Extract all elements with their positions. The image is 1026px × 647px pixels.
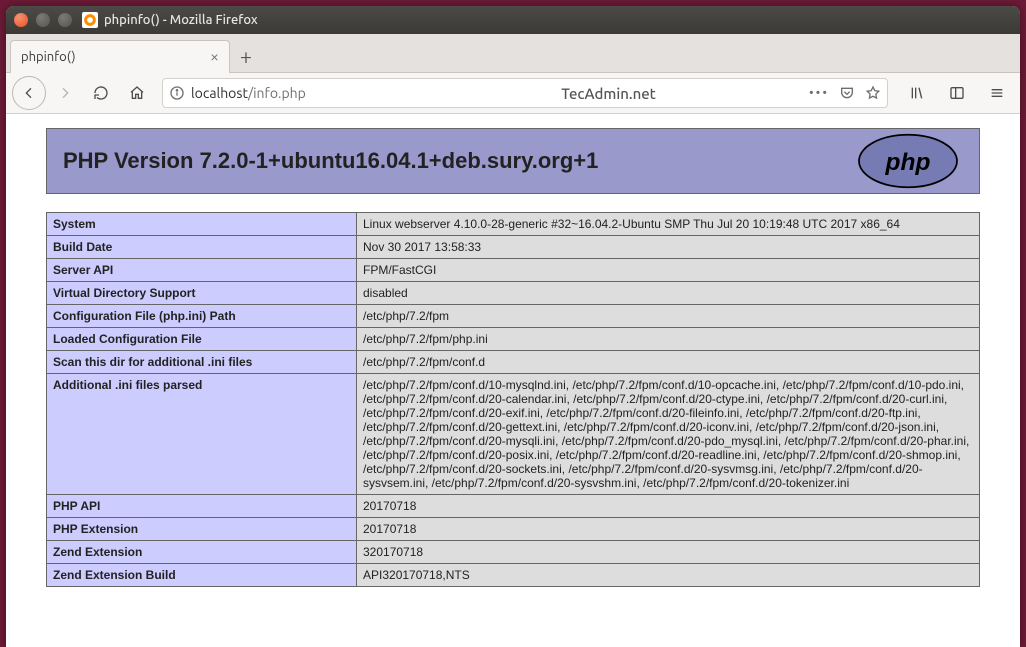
info-key: PHP Extension [47,518,357,541]
info-value: 320170718 [357,541,980,564]
table-row: Loaded Configuration File/etc/php/7.2/fp… [47,328,980,351]
table-row: PHP Extension20170718 [47,518,980,541]
home-button[interactable] [120,78,154,108]
table-row: Additional .ini files parsed/etc/php/7.2… [47,374,980,495]
maximize-icon[interactable] [58,13,72,27]
info-value: /etc/php/7.2/fpm/conf.d/10-mysqlnd.ini, … [357,374,980,495]
firefox-favicon-icon [82,12,98,28]
info-icon[interactable] [169,85,185,101]
window-title: phpinfo() - Mozilla Firefox [104,13,258,27]
php-version-heading: PHP Version 7.2.0-1+ubuntu16.04.1+deb.su… [63,150,841,172]
bookmark-star-icon[interactable] [865,85,881,101]
back-button[interactable] [12,76,46,110]
table-row: Zend Extension BuildAPI320170718,NTS [47,564,980,587]
firefox-window: phpinfo() - Mozilla Firefox phpinfo() × … [6,6,1020,647]
tab-title: phpinfo() [21,50,76,64]
php-logo-icon: php [853,133,963,189]
svg-text:php: php [885,149,931,176]
info-key: Server API [47,259,357,282]
reload-button[interactable] [84,78,118,108]
info-key: Zend Extension [47,541,357,564]
info-value: 20170718 [357,518,980,541]
url-host: localhost [191,85,248,101]
tab-strip: phpinfo() × + [6,34,1020,72]
url-actions: ••• [809,85,881,101]
table-row: Zend Extension320170718 [47,541,980,564]
info-value: API320170718,NTS [357,564,980,587]
table-row: PHP API20170718 [47,495,980,518]
info-value: 20170718 [357,495,980,518]
toolbar-right [900,78,1014,108]
info-value: /etc/php/7.2/fpm/conf.d [357,351,980,374]
table-row: Scan this dir for additional .ini files/… [47,351,980,374]
url-text: localhost/info.php [191,85,306,101]
phpinfo-header: PHP Version 7.2.0-1+ubuntu16.04.1+deb.su… [46,128,980,194]
tab-active[interactable]: phpinfo() × [10,40,230,73]
info-value: Nov 30 2017 13:58:33 [357,236,980,259]
info-key: Configuration File (php.ini) Path [47,305,357,328]
content-area[interactable]: PHP Version 7.2.0-1+ubuntu16.04.1+deb.su… [6,114,1020,647]
info-key: PHP API [47,495,357,518]
sidebar-button[interactable] [940,78,974,108]
close-icon[interactable] [14,13,28,27]
info-key: Loaded Configuration File [47,328,357,351]
info-key: System [47,213,357,236]
info-key: Virtual Directory Support [47,282,357,305]
pocket-icon[interactable] [839,85,855,101]
table-row: SystemLinux webserver 4.10.0-28-generic … [47,213,980,236]
info-key: Additional .ini files parsed [47,374,357,495]
menu-button[interactable] [980,78,1014,108]
more-actions-icon[interactable]: ••• [809,86,829,100]
info-value: Linux webserver 4.10.0-28-generic #32~16… [357,213,980,236]
url-bar[interactable]: localhost/info.php TecAdmin.net ••• [162,78,888,108]
forward-button[interactable] [48,78,82,108]
tab-close-icon[interactable]: × [210,49,219,65]
table-row: Server APIFPM/FastCGI [47,259,980,282]
url-path: /info.php [248,85,306,101]
nav-toolbar: localhost/info.php TecAdmin.net ••• [6,72,1020,114]
info-key: Zend Extension Build [47,564,357,587]
info-value: /etc/php/7.2/fpm [357,305,980,328]
info-value: /etc/php/7.2/fpm/php.ini [357,328,980,351]
new-tab-button[interactable]: + [230,40,262,72]
watermark-text: TecAdmin.net [561,85,656,102]
minimize-icon[interactable] [36,13,50,27]
info-value: disabled [357,282,980,305]
info-key: Build Date [47,236,357,259]
library-button[interactable] [900,78,934,108]
window-buttons [14,13,72,27]
info-key: Scan this dir for additional .ini files [47,351,357,374]
info-value: FPM/FastCGI [357,259,980,282]
table-row: Configuration File (php.ini) Path/etc/ph… [47,305,980,328]
phpinfo-page: PHP Version 7.2.0-1+ubuntu16.04.1+deb.su… [46,128,980,587]
table-row: Build DateNov 30 2017 13:58:33 [47,236,980,259]
window-titlebar: phpinfo() - Mozilla Firefox [6,6,1020,34]
table-row: Virtual Directory Supportdisabled [47,282,980,305]
phpinfo-table: SystemLinux webserver 4.10.0-28-generic … [46,212,980,587]
